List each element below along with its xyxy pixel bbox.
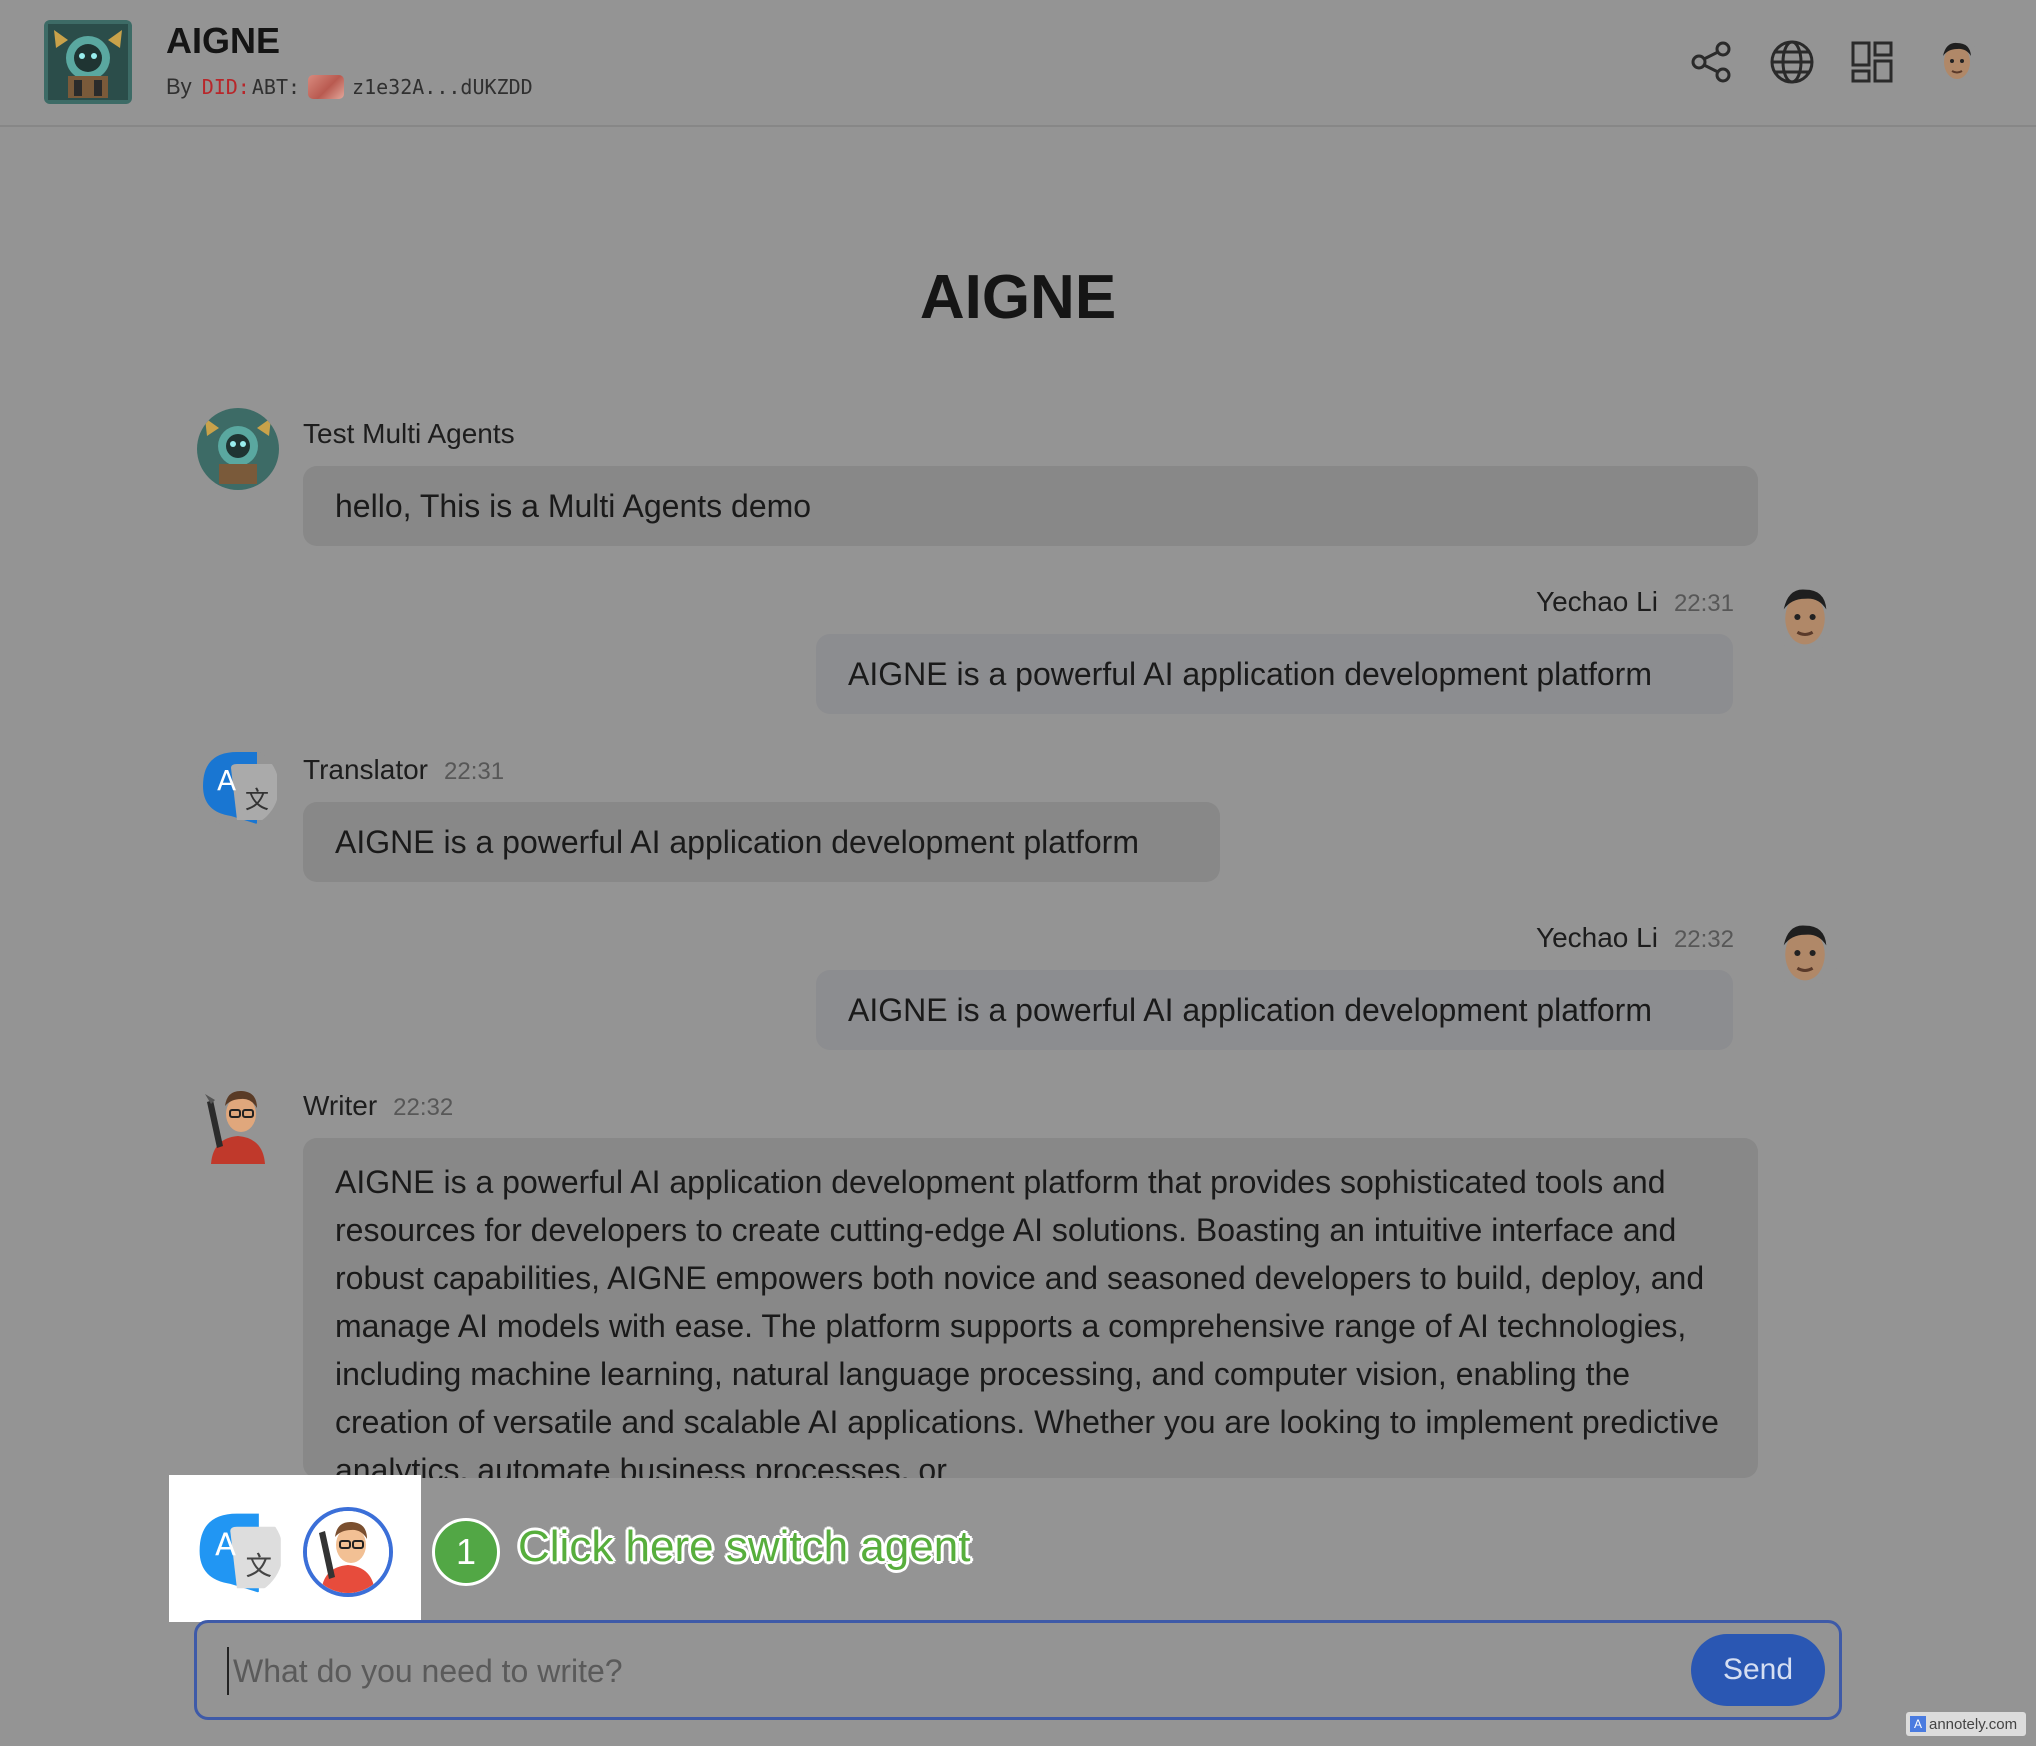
message-time: 22:32 bbox=[393, 1094, 454, 1121]
message-bubble: AIGNE is a powerful AI application devel… bbox=[816, 634, 1733, 714]
agent-option-translator[interactable]: A 文 bbox=[193, 1507, 283, 1597]
user-avatar bbox=[1770, 582, 1840, 652]
annotation-step-badge: 1 bbox=[432, 1518, 500, 1586]
sender-name: Writer bbox=[303, 1090, 378, 1121]
watermark-text: annotely.com bbox=[1929, 1715, 2018, 1733]
app-header: AIGNE By DID: ABT: z1e32A...dUKZDD bbox=[0, 0, 2036, 127]
message-header: Yechao Li 22:31 bbox=[1536, 586, 1734, 618]
svg-text:文: 文 bbox=[245, 786, 269, 814]
message-bubble: AIGNE is a powerful AI application devel… bbox=[303, 802, 1220, 882]
sender-name: Yechao Li bbox=[1535, 922, 1658, 953]
app-author-did: By DID: ABT: z1e32A...dUKZDD bbox=[166, 74, 533, 100]
did-avatar bbox=[308, 75, 345, 99]
svg-text:A: A bbox=[217, 764, 236, 797]
user-avatar bbox=[1770, 918, 1840, 988]
message-bubble: AIGNE is a powerful AI application devel… bbox=[303, 1138, 1758, 1478]
globe-icon[interactable] bbox=[1768, 38, 1816, 86]
message-header: Translator 22:31 bbox=[303, 754, 504, 786]
send-button[interactable]: Send bbox=[1691, 1634, 1825, 1706]
user-avatar[interactable] bbox=[1934, 38, 1980, 84]
message-header: Yechao Li 22:32 bbox=[1536, 922, 1734, 954]
did-type: ABT: bbox=[251, 75, 301, 99]
message-bubble: hello, This is a Multi Agents demo bbox=[303, 466, 1758, 546]
did-prefix: DID: bbox=[201, 75, 250, 99]
share-icon[interactable] bbox=[1688, 38, 1736, 86]
message-header: Test Multi Agents bbox=[303, 418, 515, 450]
message-time: 22:32 bbox=[1673, 926, 1734, 953]
watermark: A annotely.com bbox=[1906, 1712, 2026, 1736]
agent-switcher: A 文 bbox=[169, 1475, 421, 1622]
translate-icon: A 文 bbox=[197, 746, 279, 828]
aigne-logo-avatar bbox=[197, 408, 279, 490]
app-logo[interactable] bbox=[44, 20, 132, 104]
app-title: AIGNE bbox=[166, 20, 281, 61]
did-address[interactable]: z1e32A...dUKZDD bbox=[352, 75, 533, 99]
annotation-callout: Click here switch agent bbox=[518, 1522, 971, 1571]
message-composer: Send bbox=[194, 1620, 1842, 1720]
sender-name: Test Multi Agents bbox=[303, 418, 515, 449]
message-time: 22:31 bbox=[444, 758, 505, 785]
sender-name: Yechao Li bbox=[1535, 586, 1658, 617]
svg-text:A: A bbox=[215, 1527, 236, 1563]
message-time: 22:31 bbox=[1673, 590, 1734, 617]
apps-grid-icon[interactable] bbox=[1848, 38, 1896, 86]
sender-name: Translator bbox=[303, 754, 429, 785]
message-bubble: AIGNE is a powerful AI application devel… bbox=[816, 970, 1733, 1050]
svg-text:文: 文 bbox=[246, 1552, 272, 1582]
message-input[interactable] bbox=[227, 1647, 1657, 1695]
agent-option-writer[interactable] bbox=[303, 1507, 393, 1597]
message-header: Writer 22:32 bbox=[303, 1090, 453, 1122]
page-title: AIGNE bbox=[919, 263, 1117, 332]
writer-avatar bbox=[197, 1082, 279, 1164]
by-label: By bbox=[166, 74, 192, 99]
annotely-logo-icon: A bbox=[1910, 1716, 1926, 1732]
